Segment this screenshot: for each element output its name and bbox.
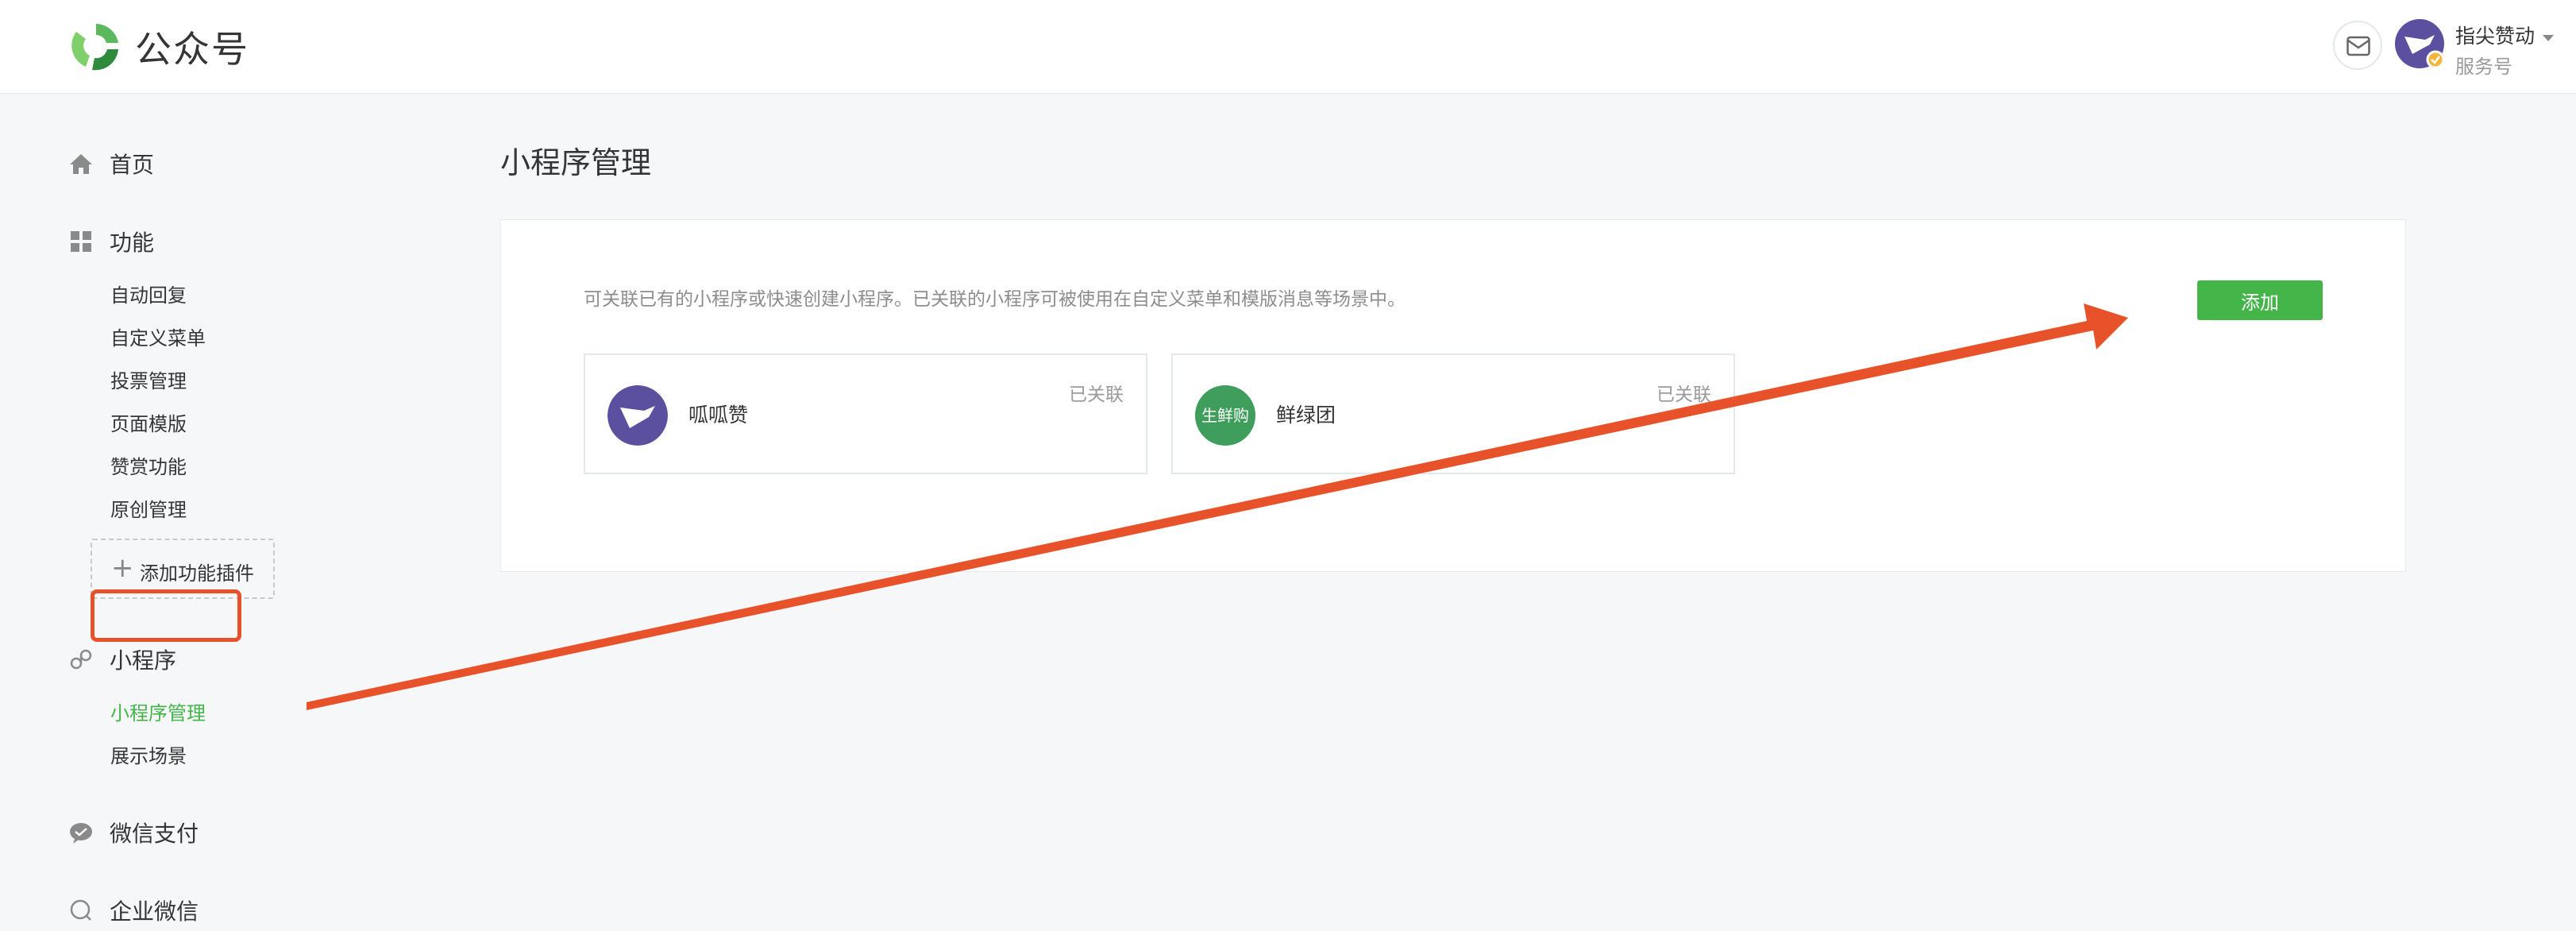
account-avatar[interactable] — [2393, 17, 2446, 70]
sidebar-item-label: 功能 — [110, 230, 155, 256]
highlight-box — [91, 589, 241, 642]
miniprogram-panel: 可关联已有的小程序或快速创建小程序。已关联的小程序可被使用在自定义菜单和模版消息… — [500, 219, 2406, 572]
home-icon — [70, 154, 92, 174]
miniprogram-name: 鲜绿团 — [1276, 404, 1336, 427]
top-bar: 公众号 指尖赞动 服务号 — [0, 0, 2576, 94]
sidebar-item-page-template[interactable]: 页面模版 — [110, 408, 187, 436]
add-plugin-label: 添加功能插件 — [140, 562, 254, 585]
sidebar-item-vote[interactable]: 投票管理 — [110, 365, 187, 393]
miniprogram-avatar — [607, 385, 668, 446]
miniprogram-card[interactable]: 呱呱赞 已关联 — [584, 353, 1147, 474]
sidebar-item-miniprogram-management[interactable]: 小程序管理 — [110, 697, 206, 725]
sidebar: 首页 功能 自动回复 自定义菜单 投票管理 页面模版 赞赏功能 原创管理 + 添… — [0, 94, 445, 925]
add-button[interactable]: 添加 — [2197, 280, 2323, 320]
chevron-down-icon[interactable] — [2543, 35, 2554, 41]
sidebar-item-label: 企业微信 — [110, 898, 199, 925]
page-title: 小程序管理 — [500, 145, 652, 180]
account-type: 服务号 — [2455, 56, 2512, 78]
sidebar-item-original[interactable]: 原创管理 — [110, 494, 187, 522]
sidebar-item-auto-reply[interactable]: 自动回复 — [110, 280, 187, 307]
miniprogram-name: 呱呱赞 — [688, 404, 749, 427]
link-status: 已关联 — [1069, 384, 1124, 405]
brand-title[interactable]: 公众号 — [135, 21, 249, 73]
wechat-pay-icon — [70, 823, 92, 844]
plus-icon: + — [111, 552, 134, 584]
description-text: 可关联已有的小程序或快速创建小程序。已关联的小程序可被使用在自定义菜单和模版消息… — [584, 289, 1406, 310]
link-icon — [70, 649, 92, 670]
message-button[interactable] — [2333, 21, 2382, 70]
sidebar-item-display-scene[interactable]: 展示场景 — [110, 740, 187, 768]
sidebar-item-label: 首页 — [110, 152, 155, 178]
sidebar-item-label: 微信支付 — [110, 821, 199, 847]
sidebar-item-label: 小程序 — [110, 647, 177, 674]
miniprogram-card[interactable]: 生鲜购 鲜绿团 已关联 — [1171, 353, 1735, 474]
grid-icon — [71, 231, 91, 252]
account-name[interactable]: 指尖赞动 — [2455, 21, 2535, 49]
sidebar-item-custom-menu[interactable]: 自定义菜单 — [110, 323, 206, 350]
wechat-mp-logo-icon[interactable] — [68, 19, 124, 75]
sidebar-item-reward[interactable]: 赞赏功能 — [110, 451, 187, 479]
wework-icon — [70, 899, 91, 921]
link-status: 已关联 — [1656, 384, 1711, 405]
mail-icon — [2347, 36, 2370, 56]
miniprogram-avatar: 生鲜购 — [1195, 385, 1255, 446]
